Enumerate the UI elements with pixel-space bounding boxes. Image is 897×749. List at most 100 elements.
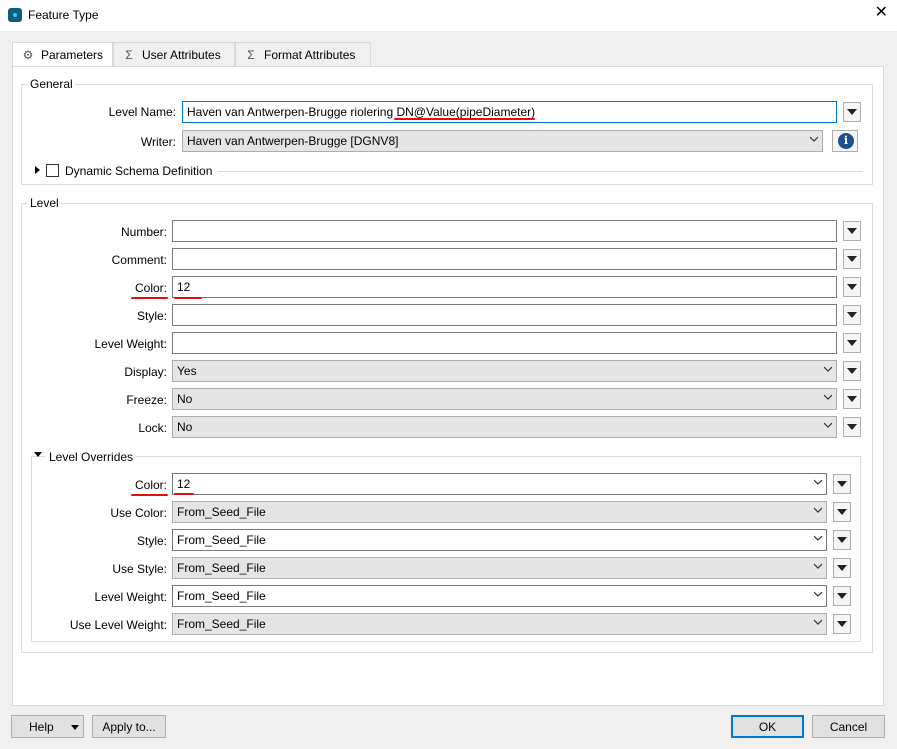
chevron-down-icon xyxy=(824,366,832,372)
annotation-underline xyxy=(174,297,202,299)
annotation-underline xyxy=(174,493,194,495)
use-style-select[interactable]: From_Seed_File xyxy=(172,557,827,579)
use-level-weight-value: From_Seed_File xyxy=(177,617,266,631)
level-name-menu-button[interactable] xyxy=(843,102,861,122)
use-color-select[interactable]: From_Seed_File xyxy=(172,501,827,523)
chevron-down-icon xyxy=(814,507,822,513)
close-icon[interactable]: ✕ xyxy=(875,5,888,21)
color-input[interactable]: 12 xyxy=(172,276,837,298)
chevron-down-icon xyxy=(814,591,822,597)
comment-label: Comment: xyxy=(111,253,167,267)
info-button[interactable]: i xyxy=(832,130,858,152)
help-button[interactable]: Help xyxy=(11,715,84,738)
annotation-underline xyxy=(131,297,168,299)
freeze-label: Freeze: xyxy=(126,393,167,407)
divider xyxy=(218,171,863,172)
comment-input[interactable] xyxy=(172,248,837,270)
chevron-down-icon xyxy=(824,422,832,428)
level-group-title: Level xyxy=(28,196,61,210)
use-level-weight-menu-button[interactable] xyxy=(833,614,851,634)
tab-label: User Attributes xyxy=(142,48,221,62)
tab-label: Parameters xyxy=(41,48,104,62)
freeze-value: No xyxy=(177,392,193,406)
chevron-down-icon xyxy=(814,619,822,625)
use-style-menu-button[interactable] xyxy=(833,558,851,578)
help-label: Help xyxy=(29,720,54,734)
color-label: Color: xyxy=(134,281,167,295)
info-icon: i xyxy=(838,133,854,149)
override-style-menu-button[interactable] xyxy=(833,530,851,550)
writer-value: Haven van Antwerpen-Brugge [DGNV8] xyxy=(187,134,399,148)
color-menu-button[interactable] xyxy=(843,277,861,297)
annotation-underline xyxy=(131,494,168,496)
display-value: Yes xyxy=(177,364,197,378)
collapse-arrow-icon[interactable] xyxy=(34,452,42,457)
cancel-button[interactable]: Cancel xyxy=(812,715,885,738)
use-style-value: From_Seed_File xyxy=(177,561,266,575)
override-color-select[interactable]: 12 xyxy=(172,473,827,495)
number-label: Number: xyxy=(120,225,167,239)
tab-label: Format Attributes xyxy=(264,48,356,62)
override-style-value: From_Seed_File xyxy=(177,533,266,547)
override-color-menu-button[interactable] xyxy=(833,474,851,494)
annotation-underline xyxy=(394,118,535,120)
level-weight-menu-button[interactable] xyxy=(843,333,861,353)
style-menu-button[interactable] xyxy=(843,305,861,325)
lock-label: Lock: xyxy=(138,421,167,435)
writer-select[interactable]: Haven van Antwerpen-Brugge [DGNV8] xyxy=(182,130,823,152)
chevron-down-icon xyxy=(824,394,832,400)
use-level-weight-label: Use Level Weight: xyxy=(69,618,167,632)
dynamic-schema-checkbox[interactable] xyxy=(46,164,59,177)
ok-button[interactable]: OK xyxy=(731,715,804,738)
level-weight-label: Level Weight: xyxy=(94,337,168,351)
level-name-label: Level Name: xyxy=(108,105,176,119)
display-menu-button[interactable] xyxy=(843,361,861,381)
lock-menu-button[interactable] xyxy=(843,417,861,437)
title-bar: Feature Type ✕ xyxy=(0,0,897,31)
level-weight-input[interactable] xyxy=(172,332,837,354)
freeze-select[interactable]: No xyxy=(172,388,837,410)
tab-format-attributes[interactable]: Σ Format Attributes xyxy=(235,42,371,66)
use-color-menu-button[interactable] xyxy=(833,502,851,522)
apply-to-button[interactable]: Apply to... xyxy=(92,715,166,738)
freeze-menu-button[interactable] xyxy=(843,389,861,409)
sigma-icon: Σ xyxy=(247,48,255,62)
override-level-weight-menu-button[interactable] xyxy=(833,586,851,606)
level-overrides-title: Level Overrides xyxy=(46,450,137,464)
gear-icon: ⚙ xyxy=(22,48,34,62)
display-label: Display: xyxy=(124,365,167,379)
use-color-label: Use Color: xyxy=(110,506,167,520)
override-level-weight-select[interactable]: From_Seed_File xyxy=(172,585,827,607)
override-color-label: Color: xyxy=(134,478,167,492)
expand-arrow-icon[interactable] xyxy=(35,166,40,174)
override-color-value: 12 xyxy=(177,477,191,491)
sigma-icon: Σ xyxy=(125,48,133,62)
dynamic-schema-label: Dynamic Schema Definition xyxy=(65,164,213,178)
chevron-down-icon xyxy=(810,136,818,142)
comment-menu-button[interactable] xyxy=(843,249,861,269)
window-title: Feature Type xyxy=(28,8,99,22)
style-input[interactable] xyxy=(172,304,837,326)
override-style-label: Style: xyxy=(136,534,167,548)
chevron-down-icon xyxy=(814,563,822,569)
display-select[interactable]: Yes xyxy=(172,360,837,382)
general-group-title: General xyxy=(28,77,75,91)
app-logo-icon xyxy=(8,8,22,22)
lock-select[interactable]: No xyxy=(172,416,837,438)
number-menu-button[interactable] xyxy=(843,221,861,241)
use-color-value: From_Seed_File xyxy=(177,505,266,519)
override-level-weight-label: Level Weight: xyxy=(94,590,168,604)
use-style-label: Use Style: xyxy=(112,562,167,576)
style-label: Style: xyxy=(136,309,167,323)
chevron-down-icon xyxy=(814,479,822,485)
chevron-down-icon xyxy=(814,535,822,541)
override-level-weight-value: From_Seed_File xyxy=(177,589,266,603)
tab-parameters[interactable]: ⚙ Parameters xyxy=(12,42,113,67)
use-level-weight-select[interactable]: From_Seed_File xyxy=(172,613,827,635)
caret-down-icon xyxy=(71,725,79,730)
number-input[interactable] xyxy=(172,220,837,242)
writer-label: Writer: xyxy=(140,135,176,149)
tab-user-attributes[interactable]: Σ User Attributes xyxy=(113,42,235,66)
lock-value: No xyxy=(177,420,193,434)
override-style-select[interactable]: From_Seed_File xyxy=(172,529,827,551)
